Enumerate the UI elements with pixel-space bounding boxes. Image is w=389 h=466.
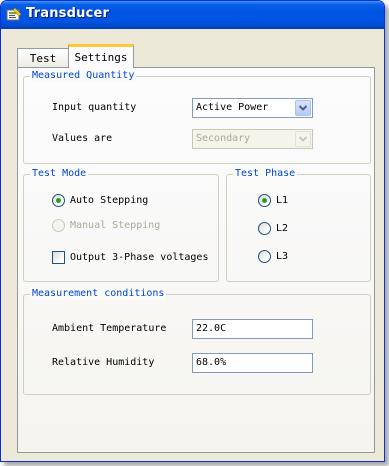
test-phase-group: Test Phase L1 L2 L3	[226, 168, 371, 282]
measurement-conditions-title: Measurement conditions	[30, 288, 167, 300]
measured-quantity-group: Measured Quantity Input quantity Active …	[23, 70, 371, 164]
ambient-temperature-label: Ambient Temperature	[52, 323, 167, 334]
relative-humidity-value: 68.0%	[196, 357, 227, 368]
input-quantity-label: Input quantity	[52, 102, 137, 113]
values-are-dropdown-button[interactable]	[295, 131, 311, 147]
chevron-down-icon	[298, 136, 308, 142]
phase-l3-radio[interactable]	[258, 250, 271, 263]
settings-panel: Measured Quantity Input quantity Active …	[17, 67, 375, 453]
test-phase-title: Test Phase	[233, 168, 298, 180]
output-3phase-checkbox[interactable]	[52, 251, 65, 264]
input-quantity-select[interactable]: Active Power	[192, 98, 313, 118]
manual-stepping-label[interactable]: Manual Stepping	[70, 220, 160, 232]
measurement-conditions-group: Measurement conditions Ambient Temperatu…	[23, 288, 371, 395]
phase-l2-label[interactable]: L2	[276, 223, 288, 235]
chevron-down-icon	[298, 105, 308, 111]
test-mode-group: Test Mode Auto Stepping Manual Stepping …	[23, 168, 219, 282]
auto-stepping-radio[interactable]	[52, 194, 65, 207]
input-quantity-value: Active Power	[196, 102, 269, 113]
input-quantity-dropdown-button[interactable]	[295, 100, 311, 116]
values-are-label: Values are	[52, 133, 113, 144]
title-bar[interactable]: Transducer	[1, 1, 384, 29]
window-title: Transducer	[26, 6, 110, 21]
values-are-select[interactable]: Secondary	[192, 129, 313, 149]
tab-settings[interactable]: Settings	[68, 44, 134, 68]
phase-l3-label[interactable]: L3	[276, 251, 288, 263]
output-3phase-label[interactable]: Output 3-Phase voltages	[70, 252, 208, 264]
phase-l1-label[interactable]: L1	[276, 195, 288, 207]
measured-quantity-title: Measured Quantity	[30, 70, 137, 82]
relative-humidity-label: Relative Humidity	[52, 357, 155, 368]
tab-test[interactable]: Test	[17, 48, 69, 67]
radio-selected-dot	[262, 198, 267, 203]
manual-stepping-radio[interactable]	[52, 219, 65, 232]
radio-selected-dot	[56, 198, 61, 203]
ambient-temperature-value: 22.0C	[196, 323, 227, 334]
phase-l1-radio[interactable]	[258, 194, 271, 207]
test-mode-title: Test Mode	[30, 168, 89, 180]
phase-l2-radio[interactable]	[258, 222, 271, 235]
app-icon	[6, 7, 22, 21]
transducer-window: Transducer Test Settings Measured Quanti…	[0, 0, 385, 462]
values-are-value: Secondary	[196, 133, 251, 144]
client-area: Test Settings Measured Quantity Input qu…	[4, 29, 381, 457]
auto-stepping-label[interactable]: Auto Stepping	[70, 195, 148, 207]
ambient-temperature-input[interactable]: 22.0C	[192, 319, 313, 339]
relative-humidity-input[interactable]: 68.0%	[192, 353, 313, 373]
